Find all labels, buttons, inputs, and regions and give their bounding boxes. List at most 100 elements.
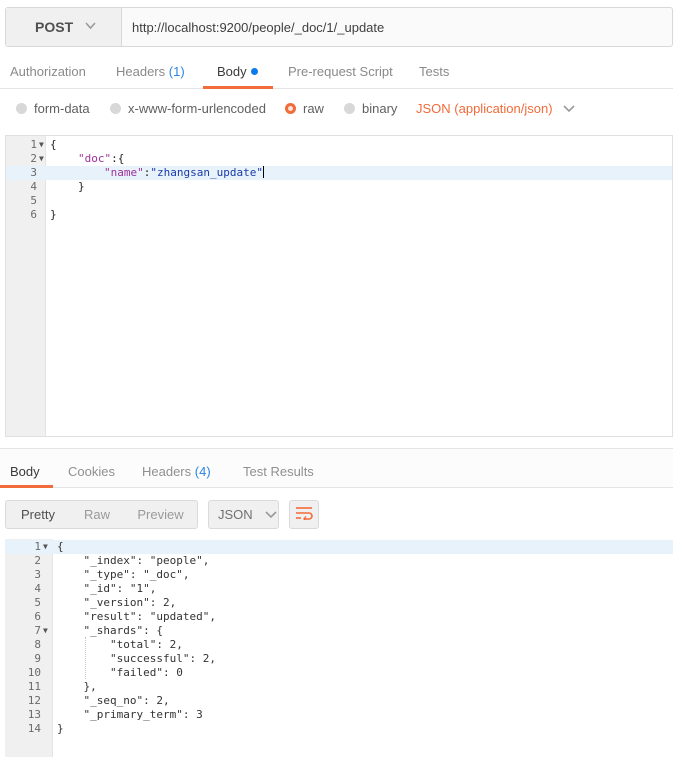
active-tab-indicator [0, 485, 53, 488]
line-number: 14 [27, 722, 41, 735]
line-number: 10 [27, 666, 41, 679]
fold-arrow-icon[interactable]: ▼ [39, 152, 44, 166]
response-code-line: 13 "_primary_term": 3 [5, 708, 673, 722]
line-number: 2 [34, 554, 41, 567]
response-tabs: Body Cookies Headers (4) Test Results [0, 448, 673, 488]
response-tab-body[interactable]: Body [10, 464, 40, 479]
radio-raw[interactable]: raw [285, 101, 324, 116]
code-text: "total": 2, [57, 638, 183, 651]
fold-arrow-icon[interactable]: ▼ [39, 138, 44, 152]
radio-binary[interactable]: binary [344, 101, 397, 116]
body-type-selector: form-data x-www-form-urlencoded raw bina… [0, 95, 673, 127]
response-code-line: 14} [5, 722, 673, 736]
fold-arrow-icon[interactable]: ▼ [43, 540, 48, 554]
code-text: "_version": 2, [57, 596, 177, 609]
response-code-line: 7 ▼ "_shards": { [5, 624, 673, 638]
tab-pre-request-script[interactable]: Pre-request Script [288, 64, 393, 79]
line-number: 5 [34, 596, 41, 609]
radio-form-data[interactable]: form-data [16, 101, 90, 116]
wrap-lines-icon [295, 506, 313, 523]
response-code-line: 6 "result": "updated", [5, 610, 673, 624]
response-tab-test-results[interactable]: Test Results [243, 464, 314, 479]
code-text: "doc":{ [78, 152, 124, 166]
tab-label: Body [10, 464, 40, 479]
line-number: 11 [27, 680, 41, 693]
view-pretty-button[interactable]: Pretty [6, 501, 70, 528]
response-body-viewer[interactable]: 1 ▼{2 "_index": "people", 3 "_type": "_doc… [5, 539, 673, 757]
view-mode-group: Pretty Raw Preview [5, 500, 198, 529]
tab-label: Pre-request Script [288, 64, 393, 79]
radio-x-www-form-urlencoded[interactable]: x-www-form-urlencoded [110, 101, 266, 116]
code-text: } [50, 208, 57, 221]
code-text: } [78, 180, 85, 193]
code-text: "successful": 2, [57, 652, 216, 665]
tab-authorization[interactable]: Authorization [10, 64, 86, 79]
code-text: "result": "updated", [57, 610, 216, 623]
tab-body[interactable]: Body [217, 64, 258, 79]
code-line: 6 } [6, 208, 672, 222]
response-code-line: 12 "_seq_no": 2, [5, 694, 673, 708]
code-text: } [57, 722, 64, 735]
radio-icon [344, 103, 355, 114]
response-code-line: 5 "_version": 2, [5, 596, 673, 610]
line-number: 12 [27, 694, 41, 707]
code-line: 4 } [6, 180, 672, 194]
view-raw-button[interactable]: Raw [70, 501, 124, 528]
method-select[interactable]: POST [6, 8, 122, 46]
line-number: 1 [30, 138, 37, 151]
line-number: 3 [34, 568, 41, 581]
response-code-line: 11 }, [5, 680, 673, 694]
json-value: "zhangsan_update" [150, 166, 263, 179]
line-number: 7 [34, 624, 41, 637]
radio-label: x-www-form-urlencoded [128, 101, 266, 116]
code-text: "_type": "_doc", [57, 568, 190, 581]
code-text: { [50, 138, 57, 151]
fold-arrow-icon[interactable]: ▼ [43, 624, 48, 638]
line-number: 6 [30, 208, 37, 221]
json-key: "name" [104, 166, 144, 179]
response-code-line: 9 "successful": 2, [5, 652, 673, 666]
content-type-label: JSON (application/json) [416, 101, 553, 116]
response-code-line: 4 "_id": "1", [5, 582, 673, 596]
tab-tests[interactable]: Tests [419, 64, 449, 79]
response-tab-headers[interactable]: Headers (4) [142, 464, 211, 479]
url-input[interactable] [122, 8, 672, 46]
tab-headers[interactable]: Headers (1) [116, 64, 185, 79]
tab-label: Test Results [243, 464, 314, 479]
format-label: JSON [218, 507, 253, 522]
radio-label: binary [362, 101, 398, 116]
radio-icon [16, 103, 27, 114]
response-code-line: 8 "total": 2, [5, 638, 673, 652]
code-line: 2 ▼ "doc":{ [6, 152, 672, 166]
code-text: "name":"zhangsan_update" [104, 166, 264, 180]
radio-selected-icon [285, 103, 296, 114]
line-number: 8 [34, 638, 41, 651]
wrap-lines-button[interactable] [289, 500, 319, 529]
code-text: "_primary_term": 3 [57, 708, 203, 721]
method-label: POST [35, 19, 74, 35]
radio-label: raw [303, 101, 324, 116]
response-code-line: 10 "failed": 0 [5, 666, 673, 680]
tab-label: Headers [116, 64, 166, 79]
line-number: 6 [34, 610, 41, 623]
line-number: 9 [34, 652, 41, 665]
response-tab-cookies[interactable]: Cookies [68, 464, 115, 479]
line-number: 5 [30, 194, 37, 207]
headers-count: (4) [194, 464, 211, 479]
line-number: 3 [30, 166, 37, 179]
content-type-select[interactable]: JSON (application/json) [416, 101, 575, 116]
line-number: 4 [34, 582, 41, 595]
code-text: { [57, 540, 64, 553]
line-number: 13 [27, 708, 41, 721]
view-preview-button[interactable]: Preview [124, 501, 197, 528]
tab-label: Cookies [68, 464, 115, 479]
response-format-select[interactable]: JSON [208, 500, 279, 529]
response-code-line: 1 ▼ { [5, 540, 673, 554]
line-number: 4 [30, 180, 37, 193]
code-text: "_id": "1", [57, 582, 157, 595]
request-body-editor[interactable]: 1 ▼ { 2 ▼ "doc":{ 3 "name":"zhangsan_upd… [5, 135, 673, 437]
json-punct: :{ [111, 152, 125, 165]
code-line: 1 ▼ { [6, 138, 672, 152]
code-line: 5 [6, 194, 672, 208]
response-code-line: 3 "_type": "_doc", [5, 568, 673, 582]
